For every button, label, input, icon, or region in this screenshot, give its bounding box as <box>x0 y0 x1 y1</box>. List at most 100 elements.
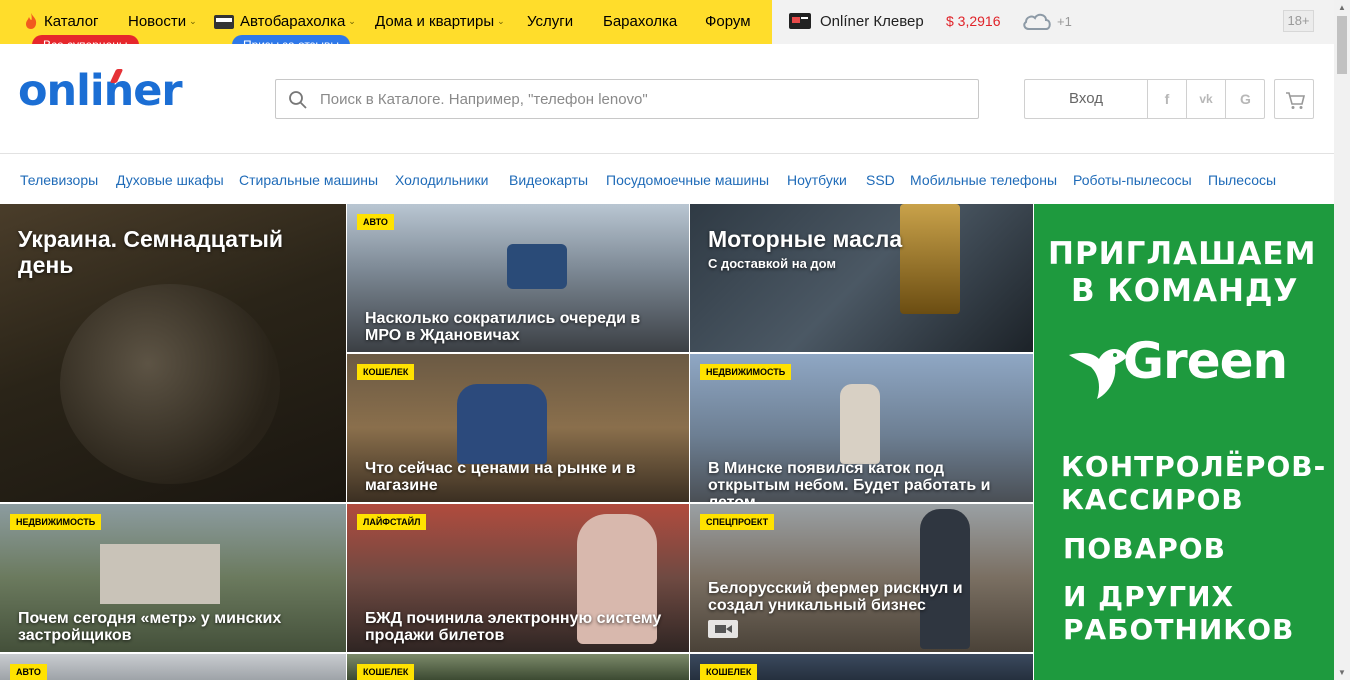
category-link[interactable]: Посудомоечные машины <box>606 172 769 188</box>
news-tile[interactable]: НЕДВИЖИМОСТЬ В Минске появился каток под… <box>690 354 1033 502</box>
nav-label: Каталог <box>44 13 99 30</box>
category-link[interactable]: Стиральные машины <box>239 172 378 188</box>
tile-title: Почем сегодня «метр» у минских застройщи… <box>18 610 282 644</box>
nav-label: Барахолка <box>603 13 678 30</box>
clever-card-icon <box>789 13 811 34</box>
category-link[interactable]: SSD <box>866 172 895 188</box>
tile-photo <box>900 204 960 314</box>
news-tile[interactable]: АВТО Насколько сократились очереди в МРО… <box>347 204 689 352</box>
nav-auto[interactable]: Автобарахолка ⌄ <box>240 13 356 30</box>
nav-label: Новости <box>128 13 187 30</box>
news-tile-ukraine[interactable]: Украина. Семнадцатый день <box>0 204 346 502</box>
scrollbar[interactable]: ▲ ▼ <box>1334 0 1350 680</box>
clever-link[interactable]: Onlíner Клевер <box>820 13 924 30</box>
fire-icon <box>24 12 38 35</box>
category-tag: КОШЕЛЕК <box>357 364 415 380</box>
category-link[interactable]: Холодильники <box>395 172 488 188</box>
ad-text: И ДРУГИХ <box>1063 580 1235 613</box>
ad-text: КАССИРОВ <box>1061 483 1244 516</box>
news-tile[interactable]: КОШЕЛЕК Что сейчас с ценами на рынке и в… <box>347 354 689 502</box>
tile-photo <box>507 244 567 289</box>
tile-photo <box>100 544 220 604</box>
facebook-icon[interactable]: f <box>1148 80 1187 118</box>
category-tag: АВТО <box>10 664 47 680</box>
logo[interactable]: onliner <box>18 66 183 116</box>
green-logo: Green <box>1065 330 1295 408</box>
category-tag: ЛАЙФСТАЙЛ <box>357 514 427 530</box>
category-tag: КОШЕЛЕК <box>700 664 758 680</box>
age-badge: 18+ <box>1283 10 1314 32</box>
weather-temp[interactable]: +1 <box>1057 14 1072 29</box>
category-link[interactable]: Пылесосы <box>1208 172 1276 188</box>
ad-text: КОНТРОЛЁРОВ- <box>1061 450 1327 483</box>
tile-photo <box>840 384 880 464</box>
tile-photo <box>457 384 547 464</box>
news-tile[interactable]: АВТО <box>0 654 346 680</box>
ad-text: РАБОТНИКОВ <box>1063 613 1295 646</box>
nav-label: Дома и квартиры <box>375 13 495 30</box>
nav-forum[interactable]: Форум <box>705 13 751 30</box>
car-card-icon <box>214 15 234 34</box>
chevron-down-icon: ⌄ <box>497 16 505 26</box>
ad-banner[interactable]: ПРИГЛАШАЕМ В КОМАНДУ КОНТРОЛЁРОВ- КАССИР… <box>1034 204 1334 680</box>
nav-news[interactable]: Новости ⌄ <box>128 13 197 30</box>
category-tag: АВТО <box>357 214 394 230</box>
news-tile[interactable]: КОШЕЛЕК <box>347 654 689 680</box>
green-brand: Green <box>1123 332 1288 390</box>
video-icon <box>708 620 738 638</box>
google-icon[interactable]: G <box>1226 80 1265 118</box>
ad-text: В КОМАНДУ <box>1071 273 1299 309</box>
login-button[interactable]: Вход <box>1025 80 1148 118</box>
news-tile[interactable]: ЛАЙФСТАЙЛ БЖД починила электронную систе… <box>347 504 689 652</box>
chevron-down-icon: ⌄ <box>348 16 356 26</box>
vk-icon[interactable]: vk <box>1187 80 1226 118</box>
search-box[interactable] <box>275 79 979 119</box>
tile-title: Насколько сократились очереди в МРО в Жд… <box>365 310 641 344</box>
nav-label: Форум <box>705 13 751 30</box>
news-tile[interactable]: КОШЕЛЕК <box>690 654 1033 680</box>
news-tile[interactable]: НЕДВИЖИМОСТЬ Почем сегодня «метр» у минс… <box>0 504 346 652</box>
tile-subtitle: С доставкой на дом <box>708 256 837 271</box>
chevron-down-icon: ⌄ <box>189 16 197 26</box>
cart-icon <box>1286 92 1306 109</box>
tile-title: Что сейчас с ценами на рынке и в магазин… <box>365 460 636 494</box>
category-links: Телевизоры Духовые шкафы Стиральные маши… <box>0 155 1334 204</box>
ad-text: ПОВАРОВ <box>1063 532 1226 565</box>
category-link[interactable]: Духовые шкафы <box>116 172 224 188</box>
nav-baraholka[interactable]: Барахолка <box>603 13 677 30</box>
tile-title: В Минске появился каток под открытым неб… <box>708 460 991 502</box>
top-bar: Каталог Новости ⌄ Автобарахолка ⌄ Дома и к… <box>0 0 1334 44</box>
nav-catalog[interactable]: Каталог <box>44 13 99 30</box>
tile-title: Белорусский фермер рискнул и создал уник… <box>708 580 963 614</box>
scroll-thumb[interactable] <box>1337 16 1347 74</box>
scroll-up-arrow[interactable]: ▲ <box>1338 3 1346 12</box>
category-link[interactable]: Видеокарты <box>509 172 588 188</box>
nav-label: Автобарахолка <box>240 13 346 30</box>
header: onliner Вход f vk G <box>0 44 1334 154</box>
tile-title: БЖД починила электронную систему продажи… <box>365 610 662 644</box>
cloud-icon[interactable] <box>1021 10 1053 37</box>
scroll-down-arrow[interactable]: ▼ <box>1338 668 1346 677</box>
nav-services[interactable]: Услуги <box>527 13 573 30</box>
cart-button[interactable] <box>1274 79 1314 119</box>
search-icon <box>289 91 307 109</box>
login-box: Вход f vk G <box>1024 79 1265 119</box>
category-link[interactable]: Телевизоры <box>20 172 98 188</box>
ad-text: ПРИГЛАШАЕМ <box>1048 236 1317 272</box>
category-link[interactable]: Мобильные телефоны <box>910 172 1057 188</box>
search-input[interactable] <box>320 80 970 118</box>
news-tile-oils[interactable]: Моторные масла С доставкой на дом <box>690 204 1033 352</box>
news-tile[interactable]: СПЕЦПРОЕКТ Белорусский фермер рискнул и … <box>690 504 1033 652</box>
tile-title: Украина. Семнадцатый день <box>18 226 284 278</box>
nav-realty[interactable]: Дома и квартиры ⌄ <box>375 13 505 30</box>
category-tag: НЕДВИЖИМОСТЬ <box>10 514 102 530</box>
tile-photo <box>60 284 280 484</box>
category-tag: НЕДВИЖИМОСТЬ <box>700 364 792 380</box>
tile-title: Моторные масла <box>708 226 903 252</box>
tile-photo <box>920 509 970 649</box>
category-link[interactable]: Ноутбуки <box>787 172 847 188</box>
currency-rate[interactable]: $ 3,2916 <box>946 13 1001 29</box>
category-tag: СПЕЦПРОЕКТ <box>700 514 775 530</box>
category-tag: КОШЕЛЕК <box>357 664 415 680</box>
category-link[interactable]: Роботы-пылесосы <box>1073 172 1192 188</box>
